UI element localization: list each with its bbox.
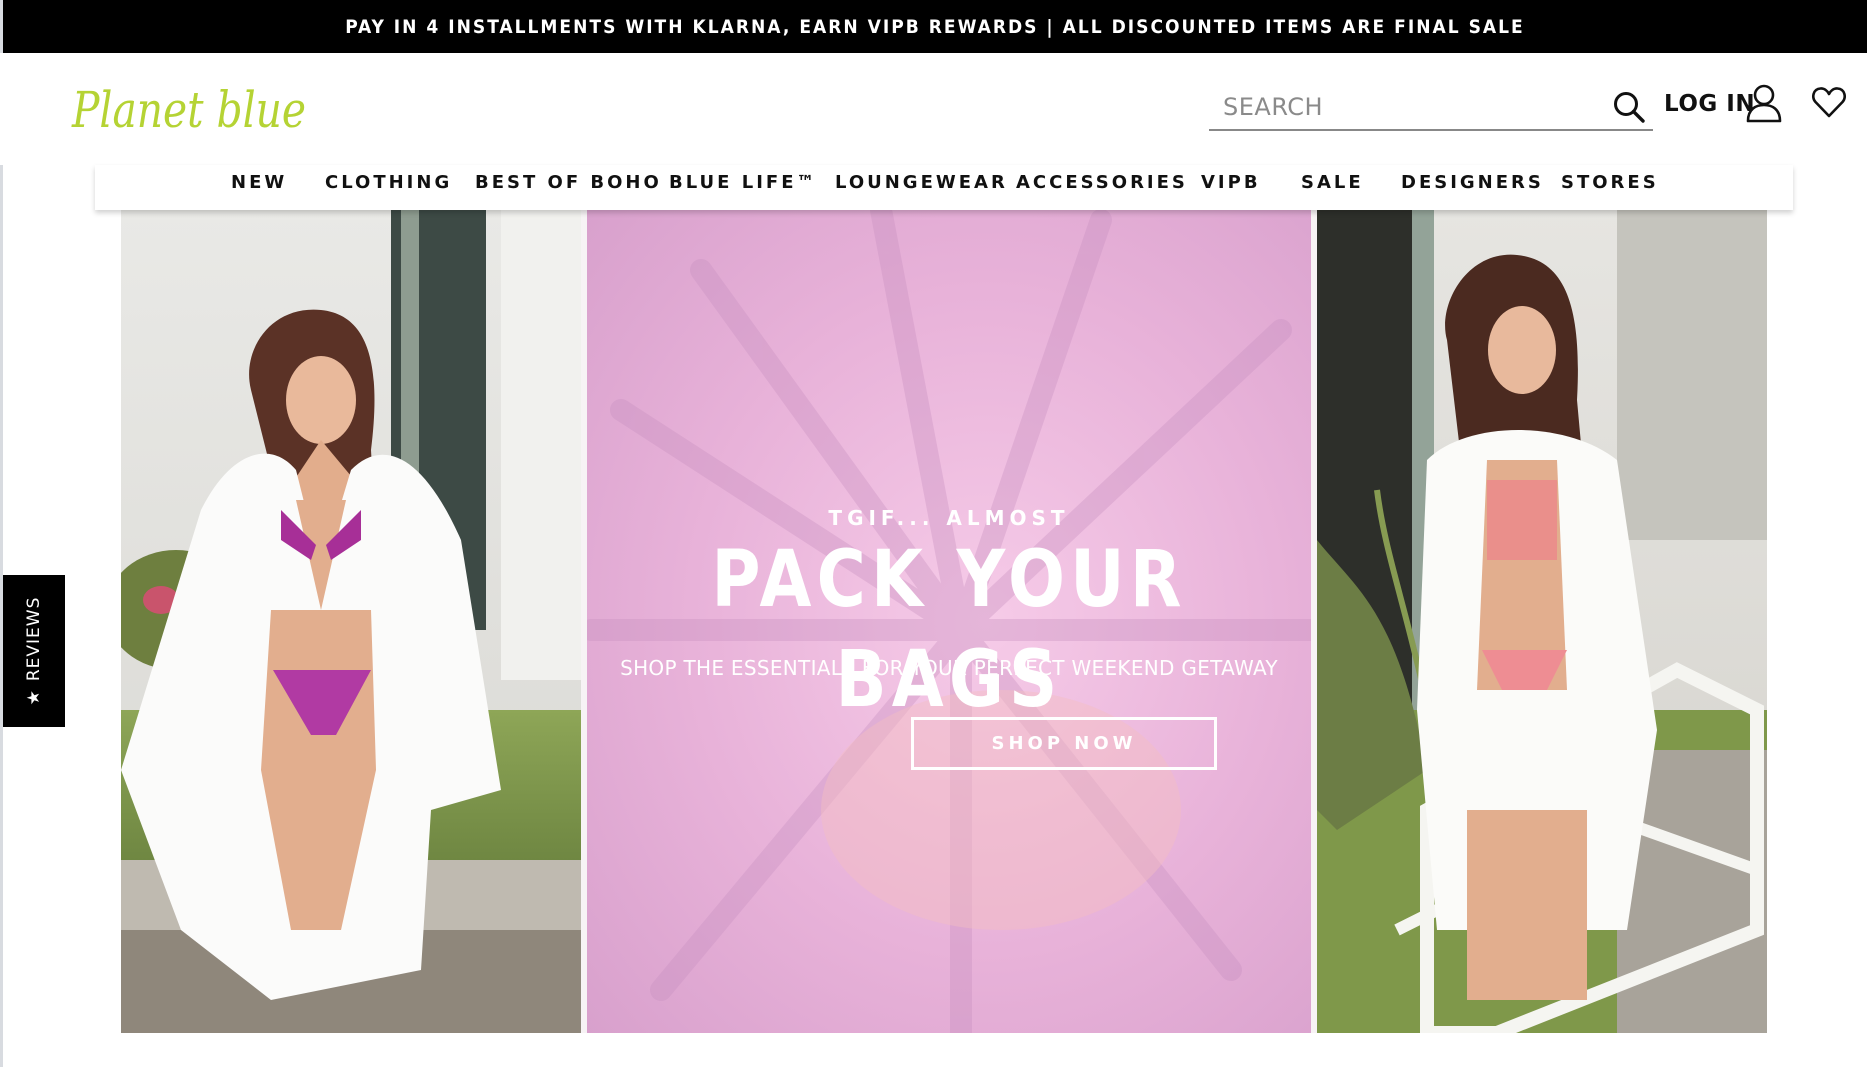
search-icon[interactable] (1611, 89, 1647, 125)
hero-headline: PACK YOUR BAGS (711, 535, 1187, 725)
star-icon: ★ (24, 689, 44, 706)
site-header: Planet blue LOG IN (0, 53, 1867, 165)
nav-item-vipb[interactable]: VIPB (1201, 165, 1261, 210)
nav-item-designers[interactable]: DESIGNERS (1401, 165, 1544, 210)
promo-text: PAY IN 4 INSTALLMENTS WITH KLARNA, EARN … (345, 15, 1525, 38)
hero-subhead: SHOP THE ESSENTIALS FOR YOUR PERFECT WEE… (620, 656, 1278, 680)
hero-image-left (121, 210, 581, 1033)
account-icon[interactable] (1745, 83, 1783, 123)
hero-banner[interactable]: TGIF... ALMOST PACK YOUR BAGS SHOP THE E… (121, 210, 1767, 1033)
nav-item-clothing[interactable]: CLOTHING (325, 165, 452, 210)
reviews-tab-label: REVIEWS (24, 596, 44, 682)
nav-item-stores[interactable]: STORES (1561, 165, 1659, 210)
hero-content: TGIF... ALMOST PACK YOUR BAGS SHOP THE E… (581, 210, 1317, 1033)
hero-image-right (1317, 210, 1767, 1033)
search-input[interactable] (1223, 87, 1583, 127)
nav-item-sale[interactable]: SALE (1301, 165, 1364, 210)
shop-now-button[interactable]: SHOP NOW (911, 717, 1217, 770)
heart-icon[interactable] (1811, 84, 1847, 120)
search-bar (1209, 83, 1653, 131)
login-link[interactable]: LOG IN (1664, 91, 1755, 127)
nav-item-best-of-boho[interactable]: BEST OF BOHO (475, 165, 662, 210)
nav-item-blue-life[interactable]: BLUE LIFE™ (669, 165, 818, 210)
reviews-tab[interactable]: ★ REVIEWS (3, 575, 65, 727)
promo-banner[interactable]: PAY IN 4 INSTALLMENTS WITH KLARNA, EARN … (3, 0, 1867, 53)
hero-eyebrow: TGIF... ALMOST (828, 506, 1070, 530)
reviews-tab-content: ★ REVIEWS (24, 597, 44, 706)
nav-item-new[interactable]: NEW (231, 165, 287, 210)
nav-item-accessories[interactable]: ACCESSORIES (1016, 165, 1188, 210)
nav-item-loungewear[interactable]: LOUNGEWEAR (835, 165, 1008, 210)
logo-text: Planet blue (71, 81, 306, 139)
planet-blue-logo[interactable]: Planet blue (70, 75, 310, 147)
main-navigation: NEW CLOTHING BEST OF BOHO BLUE LIFE™ LOU… (95, 165, 1793, 210)
